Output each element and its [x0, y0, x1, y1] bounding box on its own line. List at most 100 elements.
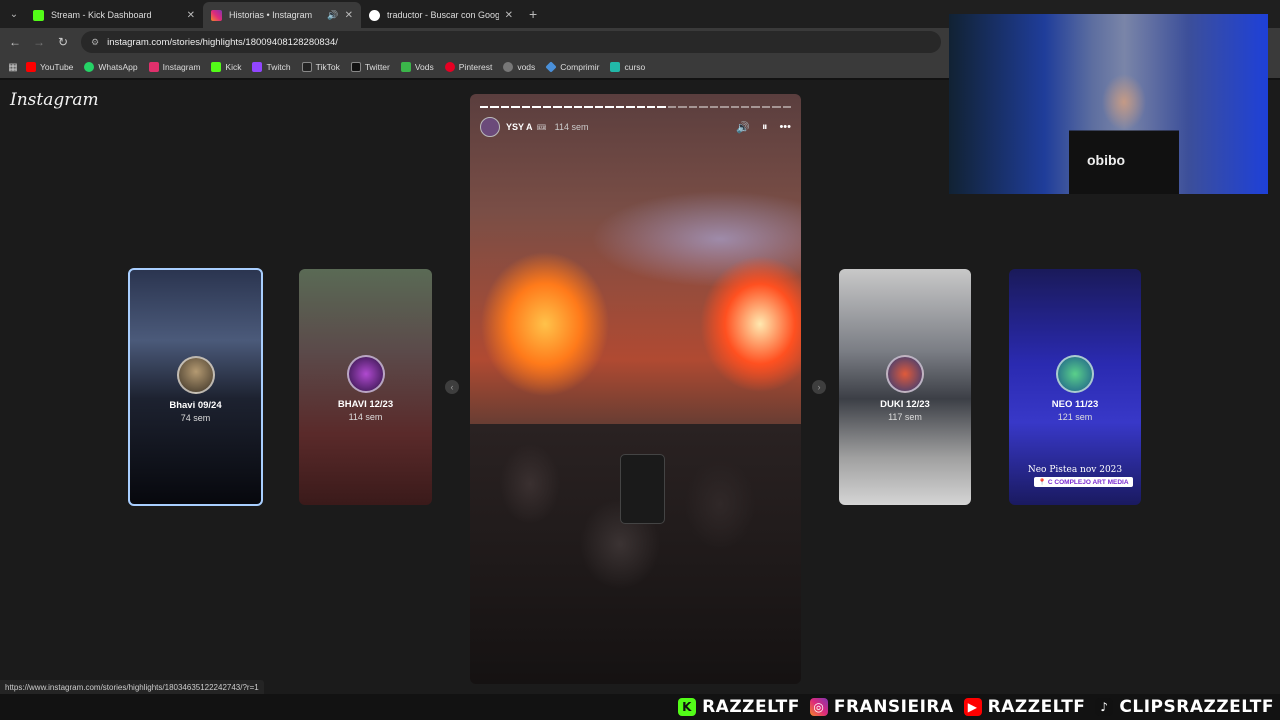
progress-segment — [500, 106, 510, 108]
highlight-avatar — [346, 355, 385, 393]
highlight-name: NEO 11/23 — [1051, 399, 1099, 410]
bookmark-instagram[interactable]: Instagram — [148, 62, 201, 72]
previous-story-button[interactable]: ‹ — [445, 380, 459, 394]
bookmark-label: Twitch — [266, 62, 291, 72]
progress-segment — [636, 106, 645, 108]
highlight-avatar — [1056, 355, 1094, 393]
bookmark-label: Instagram — [162, 62, 201, 72]
next-story-button[interactable]: › — [812, 380, 826, 394]
speaker-icon[interactable]: 🔊 — [327, 10, 338, 21]
location-sticker-label: C COMPLEJO ART MEDIA — [1047, 479, 1129, 486]
progress-segment — [490, 106, 499, 108]
social-youtube: ▶ RAZZELTF — [963, 697, 1086, 717]
bookmark-vods-2[interactable]: vods — [503, 62, 535, 72]
more-options-icon[interactable]: ••• — [779, 121, 791, 134]
progress-segment — [709, 106, 719, 108]
close-icon[interactable]: ✕ — [187, 10, 195, 21]
instagram-icon: ◎ — [809, 698, 828, 716]
progress-segment — [532, 106, 541, 108]
bookmark-label: WhatsApp — [98, 62, 138, 72]
story-author-avatar[interactable] — [480, 117, 500, 137]
pinterest-icon — [444, 62, 455, 72]
bookmark-pinterest[interactable]: Pinterest — [444, 62, 492, 72]
progress-segment — [657, 106, 666, 108]
bookmark-label: vods — [517, 62, 536, 72]
verified-badge-icon: 🎟 — [536, 122, 547, 132]
bookmark-label: Kick — [225, 62, 242, 72]
highlight-card-bhavi-0924[interactable]: Bhavi 09/24 74 sem — [128, 268, 263, 506]
status-url: https://www.instagram.com/stories/highli… — [5, 682, 259, 692]
curso-icon — [610, 62, 621, 72]
instagram-logo[interactable]: Instagram — [10, 90, 99, 110]
highlight-time: 121 sem — [1057, 412, 1093, 422]
social-instagram: ◎ FRANSIEIRA — [809, 697, 954, 717]
tab-instagram-stories[interactable]: Historias • Instagram 🔊 ✕ — [203, 2, 361, 28]
highlight-card-bhavi-1223[interactable]: BHAVI 12/23 114 sem — [299, 269, 432, 505]
highlight-avatar — [176, 356, 215, 394]
close-icon[interactable]: ✕ — [345, 10, 353, 21]
bookmark-kick[interactable]: Kick — [211, 62, 241, 72]
progress-segment — [615, 106, 625, 108]
social-kick: K RAZZELTF — [678, 697, 800, 717]
progress-segment — [626, 106, 635, 108]
bookmark-label: Comprimir — [560, 62, 600, 72]
pause-icon[interactable]: ⏸ — [762, 121, 768, 134]
youtube-icon — [26, 62, 36, 72]
bookmark-whatsapp[interactable]: WhatsApp — [84, 62, 138, 72]
story-time: 114 sem — [554, 122, 589, 132]
progress-segment — [678, 106, 687, 108]
progress-segment — [521, 106, 531, 108]
bookmark-twitch[interactable]: Twitch — [252, 62, 291, 72]
streamer-image — [1069, 72, 1179, 194]
reload-icon[interactable]: ↻ — [51, 35, 75, 49]
bookmark-comprimir[interactable]: Comprimir — [545, 61, 600, 73]
comprimir-icon — [545, 61, 557, 73]
highlight-time: 117 sem — [888, 412, 922, 422]
shirt-logo-text: obibo — [1087, 152, 1126, 168]
bookmark-curso[interactable]: curso — [610, 62, 645, 72]
bookmark-youtube[interactable]: YouTube — [26, 62, 73, 72]
webcam-overlay: obibo — [949, 14, 1268, 194]
progress-segment — [584, 106, 593, 108]
tiktok-icon — [301, 62, 312, 72]
main-story-viewer[interactable]: YSY A 🎟 114 sem 🔊 ⏸ ••• — [470, 94, 801, 684]
progress-segment — [782, 106, 792, 108]
highlight-caption: Neo Pistea nov 2023 — [1027, 465, 1123, 475]
close-icon[interactable]: ✕ — [505, 10, 513, 21]
tab-search-button[interactable]: ⌄ — [3, 3, 25, 25]
progress-segment — [542, 106, 552, 108]
vods-icon — [400, 62, 411, 72]
kick-icon — [33, 9, 44, 21]
story-progress-bar — [480, 106, 792, 108]
vods-alt-icon — [503, 62, 514, 72]
tab-google-search[interactable]: traductor - Buscar con Google ✕ — [361, 2, 521, 28]
progress-segment — [553, 106, 562, 108]
bookmark-vods[interactable]: Vods — [400, 62, 434, 72]
twitter-icon — [350, 62, 361, 72]
progress-segment — [751, 106, 760, 108]
progress-segment — [480, 106, 489, 108]
highlight-card-neo-1123[interactable]: NEO 11/23 121 sem Neo Pistea nov 2023 📍 … — [1009, 269, 1141, 505]
bookmark-twitter[interactable]: Twitter — [350, 62, 390, 72]
tab-label: Stream - Kick Dashboard — [51, 10, 152, 20]
social-tiktok: ♪ CLIPSRAZZELTF — [1095, 697, 1274, 717]
tab-label: Historias • Instagram — [229, 10, 313, 20]
volume-icon[interactable]: 🔊 — [736, 121, 750, 134]
progress-segment — [573, 106, 583, 108]
back-icon[interactable]: ← — [3, 35, 27, 49]
site-info-icon[interactable]: ⚙ — [91, 37, 99, 48]
story-author-name[interactable]: YSY A — [506, 122, 533, 132]
bookmark-tiktok[interactable]: TikTok — [301, 62, 340, 72]
tab-kick-dashboard[interactable]: Stream - Kick Dashboard ✕ — [25, 2, 203, 28]
social-handle: RAZZELTF — [702, 697, 800, 717]
kick-icon — [211, 62, 222, 72]
progress-segment — [720, 106, 729, 108]
forward-icon[interactable]: → — [27, 35, 51, 49]
crowd-phone-image — [620, 454, 665, 524]
address-bar[interactable]: ⚙ instagram.com/stories/highlights/18009… — [81, 31, 941, 53]
highlight-card-duki-1223[interactable]: DUKI 12/23 117 sem — [839, 269, 971, 505]
apps-grid-icon[interactable]: ▦ — [0, 62, 26, 73]
highlight-name: DUKI 12/23 — [880, 399, 930, 410]
new-tab-button[interactable]: + — [529, 6, 537, 22]
google-icon — [369, 9, 380, 21]
